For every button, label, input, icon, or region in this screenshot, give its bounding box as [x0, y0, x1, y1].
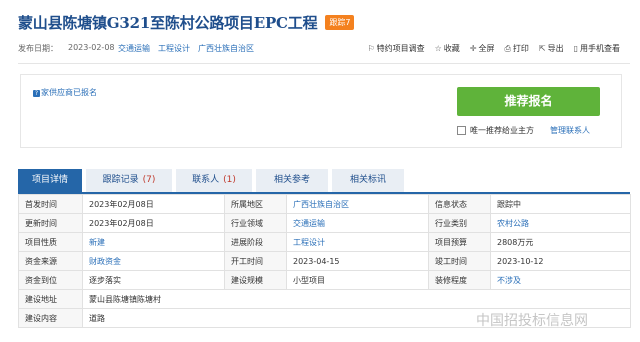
- meta-row: 发布日期： 2023-02-08 交通运输 工程设计 广西壮族自治区 ⚐ 特约项目…: [18, 43, 630, 55]
- tag-link-design[interactable]: 工程设计: [158, 43, 190, 54]
- cell-value: 蒙山县陈塘镇陈塘村: [82, 289, 631, 309]
- detail-tabs: 项目详情 跟踪记录 (7) 联系人 (1) 相关参考 相关标讯: [18, 169, 408, 192]
- apply-box: ? 家供应商已报名 推荐报名 唯一推荐给业主方 管理联系人: [20, 74, 622, 148]
- page-title: 蒙山县陈塘镇G321至陈村公路项目EPC工程: [18, 14, 318, 32]
- cell-value: 小型项目: [286, 270, 429, 290]
- star-icon: ⚐: [367, 44, 375, 53]
- special-survey-button[interactable]: ⚐ 特约项目调查: [367, 43, 424, 54]
- print-icon: ⎙: [504, 43, 511, 53]
- cell-label: 进展阶段: [224, 232, 287, 252]
- cell-label: 开工时间: [224, 251, 287, 271]
- cell-label: 资金到位: [18, 270, 83, 290]
- cell-label: 首发时间: [18, 194, 83, 214]
- cell-value: 2023-10-12: [490, 251, 631, 271]
- funding-link[interactable]: 财政资金: [82, 251, 225, 271]
- tracking-badge[interactable]: 跟踪7: [325, 15, 355, 30]
- cell-value: 2023年02月08日: [82, 194, 225, 214]
- cell-label: 建设内容: [18, 308, 83, 328]
- cell-label: 所属地区: [224, 194, 287, 214]
- table-row: 资金到位 逐步落实 建设规模 小型项目 装修程度 不涉及: [18, 270, 631, 290]
- cell-label: 项目预算: [428, 232, 491, 252]
- recommend-signup-button[interactable]: 推荐报名: [457, 87, 600, 116]
- industry-link[interactable]: 交通运输: [286, 213, 429, 233]
- tag-link-transport[interactable]: 交通运输: [118, 43, 150, 54]
- cell-label: 装修程度: [428, 270, 491, 290]
- cell-label: 资金来源: [18, 251, 83, 271]
- region-link[interactable]: 广西壮族自治区: [286, 194, 429, 214]
- favorite-icon: ☆: [434, 44, 442, 53]
- table-row: 项目性质 新建 进展阶段 工程设计 项目预算 2808万元: [18, 232, 631, 252]
- cell-label: 竣工时间: [428, 251, 491, 271]
- tab-contacts[interactable]: 联系人 (1): [176, 169, 252, 192]
- nature-link[interactable]: 新建: [82, 232, 225, 252]
- export-button[interactable]: ⇱ 导出: [539, 43, 564, 54]
- manage-contacts-link[interactable]: 管理联系人: [550, 125, 590, 136]
- title-row: 蒙山县陈塘镇G321至陈村公路项目EPC工程 跟踪7: [18, 12, 355, 33]
- cell-value: 逐步落实: [82, 270, 225, 290]
- tab-related-bids[interactable]: 相关标讯: [332, 169, 404, 192]
- stage-link[interactable]: 工程设计: [286, 232, 429, 252]
- publish-date: 2023-02-08: [68, 43, 115, 52]
- decoration-link[interactable]: 不涉及: [490, 270, 631, 290]
- fullscreen-icon: ✛: [469, 44, 477, 53]
- table-row: 更新时间 2023年02月08日 行业领域 交通运输 行业类别 农村公路: [18, 213, 631, 233]
- cell-label: 信息状态: [428, 194, 491, 214]
- table-row: 首发时间 2023年02月08日 所属地区 广西壮族自治区 信息状态 跟踪中: [18, 194, 631, 214]
- only-recommend-label: 唯一推荐给业主方: [470, 126, 534, 135]
- cell-label: 建设地址: [18, 289, 83, 309]
- cell-value: 跟踪中: [490, 194, 631, 214]
- favorite-button[interactable]: ☆ 收藏: [435, 43, 460, 54]
- tag-link-region[interactable]: 广西壮族自治区: [198, 43, 254, 54]
- category-link[interactable]: 农村公路: [490, 213, 631, 233]
- cell-label: 项目性质: [18, 232, 83, 252]
- toolbar: ⚐ 特约项目调查 ☆ 收藏 ✛ 全屏 ⎙ 打印 ⇱ 导出 ▯ 用手机查看: [367, 43, 620, 54]
- project-info-table: 首发时间 2023年02月08日 所属地区 广西壮族自治区 信息状态 跟踪中 更…: [18, 194, 631, 328]
- table-row: 资金来源 财政资金 开工时间 2023-04-15 竣工时间 2023-10-1…: [18, 251, 631, 271]
- cell-value: 2023年02月08日: [82, 213, 225, 233]
- fullscreen-button[interactable]: ✛ 全屏: [470, 43, 495, 54]
- tab-related-reference[interactable]: 相关参考: [256, 169, 328, 192]
- question-icon: ?: [33, 90, 40, 97]
- tab-project-details[interactable]: 项目详情: [18, 169, 82, 192]
- only-recommend-checkbox[interactable]: [457, 126, 466, 135]
- header-divider: [18, 63, 630, 64]
- supplier-count[interactable]: ? 家供应商已报名: [33, 87, 97, 98]
- watermark: 中国招投标信息网: [476, 313, 588, 329]
- cell-value: 2808万元: [490, 232, 631, 252]
- cell-label: 行业类别: [428, 213, 491, 233]
- cell-label: 建设规模: [224, 270, 287, 290]
- cell-label: 更新时间: [18, 213, 83, 233]
- cell-label: 行业领域: [224, 213, 287, 233]
- check-row: 唯一推荐给业主方 管理联系人: [457, 125, 590, 136]
- tab-tracking-records[interactable]: 跟踪记录 (7): [86, 169, 172, 192]
- print-button[interactable]: ⎙ 打印: [504, 43, 528, 54]
- table-row: 建设地址 蒙山县陈塘镇陈塘村: [18, 289, 631, 309]
- mobile-view-button[interactable]: ▯ 用手机查看: [574, 43, 620, 54]
- mobile-icon: ▯: [573, 44, 578, 53]
- cell-value: 2023-04-15: [286, 251, 429, 271]
- export-icon: ⇱: [538, 44, 546, 53]
- publish-date-label: 发布日期：: [18, 44, 58, 53]
